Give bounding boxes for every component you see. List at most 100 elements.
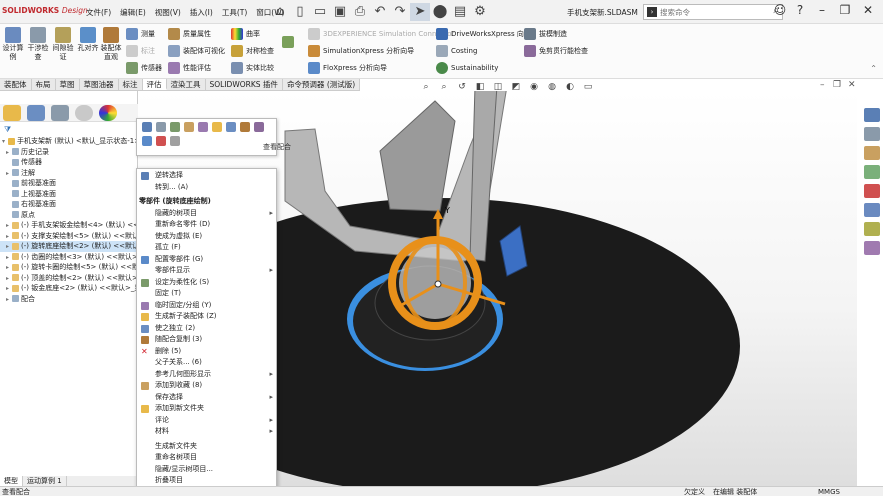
appearances-icon[interactable]: [863, 184, 880, 198]
3dx-simulation-connector-button[interactable]: 3DEXPERIENCE Simulation Connector: [308, 27, 454, 41]
mass-properties-button[interactable]: 质量属性: [168, 27, 211, 41]
assembly-visualization-small-button[interactable]: 装配体可视化: [168, 44, 225, 58]
undo-icon[interactable]: ↶: [370, 3, 390, 21]
menu-insert[interactable]: 插入(I): [190, 7, 213, 18]
tree-item[interactable]: ▸ (-) 钣金底座<2> (默认) <<默认>_显: [0, 283, 138, 294]
tree-item[interactable]: ▸ 注解: [0, 168, 138, 179]
previous-view-icon[interactable]: ↺: [455, 81, 469, 93]
costing-button[interactable]: Costing: [436, 44, 477, 58]
tree-item[interactable]: ▸ 配合: [0, 294, 138, 305]
check-button[interactable]: [282, 35, 297, 49]
context-menu-item[interactable]: 父子关系... (6): [137, 357, 276, 368]
menu-edit[interactable]: 编辑(E): [120, 7, 146, 18]
context-menu-item[interactable]: 生成新文件夹: [137, 441, 276, 452]
more-icon[interactable]: [170, 136, 180, 146]
context-menu-item[interactable]: 临时固定/分组 (Y): [137, 300, 276, 311]
context-menu-item[interactable]: 设定为柔性化 (S): [137, 277, 276, 288]
select-arrow-icon[interactable]: ➤: [410, 3, 430, 21]
zoom-fit-icon[interactable]: ⌕: [419, 81, 433, 93]
interference-check-button[interactable]: 干涉检查: [26, 27, 50, 62]
component-properties-icon[interactable]: [254, 122, 264, 132]
context-menu-item[interactable]: 保存选择 ▸: [137, 392, 276, 403]
context-menu-item[interactable]: 添加到新文件夹: [137, 403, 276, 414]
tab-model[interactable]: 模型: [0, 476, 23, 486]
isolate-icon[interactable]: [170, 122, 180, 132]
design-study-button[interactable]: 设计算例: [1, 27, 25, 62]
redo-icon[interactable]: ↷: [390, 3, 410, 21]
curvature-button[interactable]: 曲率: [231, 27, 260, 41]
open-file-icon[interactable]: ▭: [310, 3, 330, 21]
help-icon[interactable]: ?: [790, 3, 810, 17]
context-menu-item[interactable]: 配置零部件 (G): [137, 254, 276, 265]
sustainability-button[interactable]: Sustainability: [436, 61, 498, 75]
assembly-visualization-button[interactable]: 装配体直观: [99, 27, 123, 62]
context-menu-item[interactable]: 逆转选择: [137, 170, 276, 181]
tree-item[interactable]: ▸ (-) 旋转底座绘制<2> (默认) <<默认: [0, 241, 138, 252]
unit-system[interactable]: MMGS: [818, 487, 840, 496]
print-icon[interactable]: ⎙: [350, 3, 370, 21]
command-search[interactable]: › ⌕: [643, 4, 783, 20]
tree-item[interactable]: ▸ (-) 支撑支架绘制<5> (默认) <<默认: [0, 231, 138, 242]
view-mates-icon[interactable]: [198, 122, 208, 132]
view-settings-icon[interactable]: ▭: [581, 81, 595, 93]
display-manager-tab-icon[interactable]: [99, 105, 117, 121]
sensor-button[interactable]: 传感器: [126, 61, 162, 75]
apply-scene-icon[interactable]: ◐: [563, 81, 577, 93]
measure-button[interactable]: 测量: [126, 27, 155, 41]
viewport-close-icon[interactable]: ✕: [848, 80, 856, 90]
tree-item[interactable]: 前视基准面: [0, 178, 138, 189]
rebuild-check-button[interactable]: 免剪贯行能检查: [524, 44, 588, 58]
search-input[interactable]: [660, 6, 755, 18]
compare-bodies-button[interactable]: 实体比较: [231, 61, 274, 75]
restore-icon[interactable]: ❐: [835, 3, 855, 17]
tree-item[interactable]: 原点: [0, 210, 138, 221]
context-menu-item[interactable]: 折叠项目: [137, 475, 276, 486]
tab-sketch[interactable]: 草图: [56, 79, 80, 90]
edit-appearance-icon[interactable]: ◍: [545, 81, 559, 93]
driveworksxpress-button[interactable]: DriveWorksXpress 向导: [436, 27, 531, 41]
context-menu-item[interactable]: 评论 ▸: [137, 415, 276, 426]
tab-command-predictor[interactable]: 命令预调器 (测试版): [283, 79, 361, 90]
tree-item[interactable]: ▸ (-) 手机支架钣金绘制<4> (默认) <<: [0, 220, 138, 231]
menu-file[interactable]: 文件(F): [86, 7, 111, 18]
tree-item[interactable]: 传感器: [0, 157, 138, 168]
viewport-restore-icon[interactable]: ❐: [833, 80, 841, 90]
symmetry-check-button[interactable]: 对称检查: [231, 44, 274, 58]
tree-item[interactable]: ▸ 历史记录: [0, 147, 138, 158]
app-logo[interactable]: SOLIDWORKS Design: [2, 6, 88, 15]
hide-components-icon[interactable]: [156, 122, 166, 132]
section-view-icon[interactable]: ◧: [473, 81, 487, 93]
hide-show-items-icon[interactable]: ◉: [527, 81, 541, 93]
filter-icon[interactable]: ⧩: [4, 125, 11, 135]
context-menu-item[interactable]: 使成为虚拟 (E): [137, 231, 276, 242]
context-menu-item[interactable]: 隐藏/显示树项目...: [137, 464, 276, 475]
user-icon[interactable]: ☺: [770, 3, 790, 17]
traffic-light-icon[interactable]: ⬤: [430, 3, 450, 21]
tree-item[interactable]: 上视基准面: [0, 189, 138, 200]
context-menu-item[interactable]: 重新命名零件 (D): [137, 219, 276, 230]
view-palette-icon[interactable]: [863, 165, 880, 179]
minimize-icon[interactable]: –: [812, 3, 832, 17]
tree-item[interactable]: ▾ 手机支架新 (默认) <默认_显示状态-1>: [0, 136, 138, 147]
tab-evaluate[interactable]: 评估: [142, 79, 167, 90]
tab-layout[interactable]: 布局: [32, 79, 56, 90]
markup-button[interactable]: 标注: [126, 44, 155, 58]
context-menu-item[interactable]: 参考几何图形显示 ▸: [137, 369, 276, 380]
collapse-ribbon-icon[interactable]: ⌃: [870, 64, 877, 73]
display-style-icon[interactable]: ◩: [509, 81, 523, 93]
solidworks-addins-icon[interactable]: [863, 241, 880, 255]
save-icon[interactable]: ▣: [330, 3, 350, 21]
context-menu-item[interactable]: 零部件显示 ▸: [137, 265, 276, 276]
tab-markup[interactable]: 标注: [119, 79, 143, 90]
file-explorer-icon[interactable]: [863, 146, 880, 160]
zoom-to-selection-icon[interactable]: [142, 136, 152, 146]
menu-view[interactable]: 视图(V): [155, 7, 181, 18]
forum-icon[interactable]: [863, 222, 880, 236]
edit-part-icon[interactable]: [142, 122, 152, 132]
hole-alignment-button[interactable]: 孔对齐: [76, 27, 100, 53]
floxpress-button[interactable]: FloXpress 分析向导: [308, 61, 387, 75]
context-menu-item[interactable]: 孤立 (F): [137, 242, 276, 253]
dimxpert-tab-icon[interactable]: [75, 105, 93, 121]
home-icon[interactable]: ⌂: [270, 3, 290, 21]
tab-solidworks-addins[interactable]: SOLIDWORKS 插件: [206, 79, 283, 90]
